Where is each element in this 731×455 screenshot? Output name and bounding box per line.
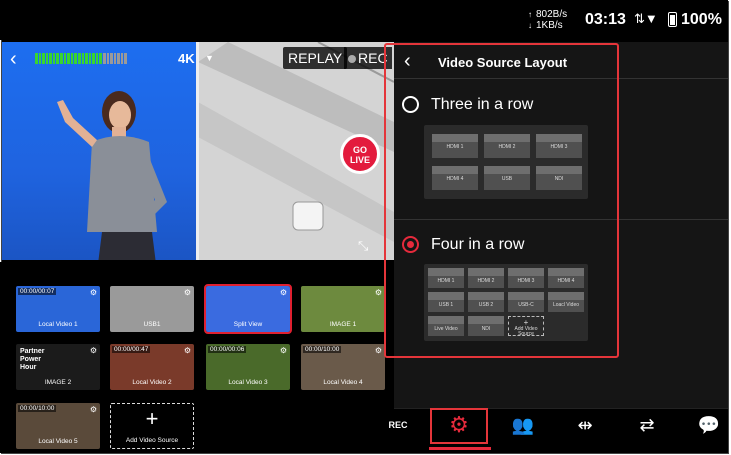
level-bar [74,53,77,64]
tile-label: Add Video Source [125,437,179,444]
go-live-line2: LIVE [349,155,370,165]
tile-label: Local Video 1 [38,321,78,328]
level-bar [49,53,52,64]
level-bar [42,53,45,64]
tile-settings-icon[interactable]: ⚙ [90,288,97,297]
guests-icon[interactable]: 👥 [508,408,538,444]
source-tile[interactable]: ⚙ Split View [204,284,292,334]
chat-icon[interactable]: 💬 [694,408,724,444]
level-bar [110,53,113,64]
download-speed: 1KB/s [536,20,563,31]
tile-label: IMAGE 2 [44,379,72,386]
level-bar [88,53,92,64]
settings-gear-icon[interactable]: ⚙ [430,408,488,444]
tile-label: Local Video 4 [323,379,363,386]
go-live-button[interactable]: GO LIVE [340,134,380,174]
tile-label: Split View [233,321,263,328]
level-bar [63,53,67,64]
expand-icon[interactable]: ⤡ [358,238,368,254]
source-tile[interactable]: 00:00/00:07 ⚙ Local Video 1 [16,286,100,332]
presenter-figure [57,91,167,260]
download-arrow-icon: ↓ [528,21,532,30]
tile-settings-icon[interactable]: ⚙ [375,346,382,355]
tile-settings-icon[interactable]: ⚙ [90,405,97,414]
upload-arrow-icon: ↑ [528,10,532,19]
rec-dot-icon [348,55,356,63]
level-bar [95,53,99,64]
tile-time: 00:00/00:47 [112,346,151,353]
image2-overlay-text: Partner Power Hour [20,348,45,371]
signal-icons: ⇅▼ [634,11,658,27]
network-speed: ↑ 802B/s ↓ 1KB/s [528,9,567,31]
level-bar [124,53,128,64]
connection-icon[interactable]: ⇹ [570,408,600,444]
level-bar [70,53,74,64]
clock: 03:13 [585,11,626,28]
upload-speed: 802B/s [536,9,568,20]
battery-percent: 100% [681,11,722,28]
tile-label: USB1 [143,321,161,328]
tile-settings-icon[interactable]: ⚙ [184,288,191,297]
tile-time: 00:00/00:06 [208,346,247,353]
audio-level-meter [35,53,128,64]
source-tile[interactable]: 00:00/10:00 ⚙ Local Video 4 [301,344,385,390]
level-bar [77,53,81,64]
settings-active-indicator [429,447,491,450]
level-bar [113,53,117,64]
battery-icon [668,12,677,27]
tile-settings-icon[interactable]: ⚙ [184,346,191,355]
go-live-line1: GO [352,145,367,155]
tile-label: Local Video 3 [228,379,268,386]
level-bar [52,53,56,64]
plus-icon: + [145,406,159,431]
tile-settings-icon[interactable]: ⚙ [375,288,382,297]
level-bar [56,53,60,64]
tile-label: Local Video 5 [38,438,78,445]
level-bar [67,53,70,64]
source-tile[interactable]: ⚙ USB1 [110,286,194,332]
replay-button[interactable]: REPLAY [283,47,348,69]
tile-time: 00:00/10:00 [303,346,342,353]
level-bar [102,53,106,64]
wifi-icon: ▼ [644,11,658,26]
tile-label: Local Video 2 [132,379,172,386]
camera-switch-icon[interactable]: ⇄ [632,408,662,444]
level-bar [45,53,49,64]
data-arrows-icon: ⇅ [634,11,645,26]
source-tile[interactable]: 00:00/00:47 ⚙ Local Video 2 [110,344,194,390]
tile-label: IMAGE 1 [329,321,357,328]
level-bar [92,53,95,64]
level-bar [81,53,85,64]
panel-highlight [384,43,619,358]
level-bar [60,53,63,64]
level-bar [106,53,110,64]
level-bar [35,53,38,64]
tile-settings-icon[interactable]: ⚙ [280,346,287,355]
back-arrow-icon[interactable]: ‹ [10,48,17,71]
source-tile[interactable]: 00:00/00:06 ⚙ Local Video 3 [206,344,290,390]
source-tile[interactable]: ⚙ IMAGE 1 [301,286,385,332]
tile-time: 00:00/10:00 [18,405,57,412]
level-bar [38,53,42,64]
level-bar [117,53,120,64]
resolution-label: 4K [178,51,195,66]
add-video-source-button[interactable]: + Add Video Source [110,403,194,449]
toolbar-rec-button[interactable]: REC [388,408,408,444]
source-tile[interactable]: 00:00/10:00 ⚙ Local Video 5 [16,403,100,449]
tile-settings-icon[interactable]: ⚙ [280,288,287,297]
tile-settings-icon[interactable]: ⚙ [90,346,97,355]
level-bar [120,53,124,64]
tile-time: 00:00/00:07 [18,288,57,295]
resolution-dropdown-icon[interactable]: ▼ [205,53,214,63]
source-tile[interactable]: ⚙ Partner Power Hour IMAGE 2 [16,344,100,390]
level-bar [85,53,88,64]
split-divider[interactable] [196,42,199,260]
preview-left-camera[interactable] [2,42,198,260]
level-bar [99,53,102,64]
